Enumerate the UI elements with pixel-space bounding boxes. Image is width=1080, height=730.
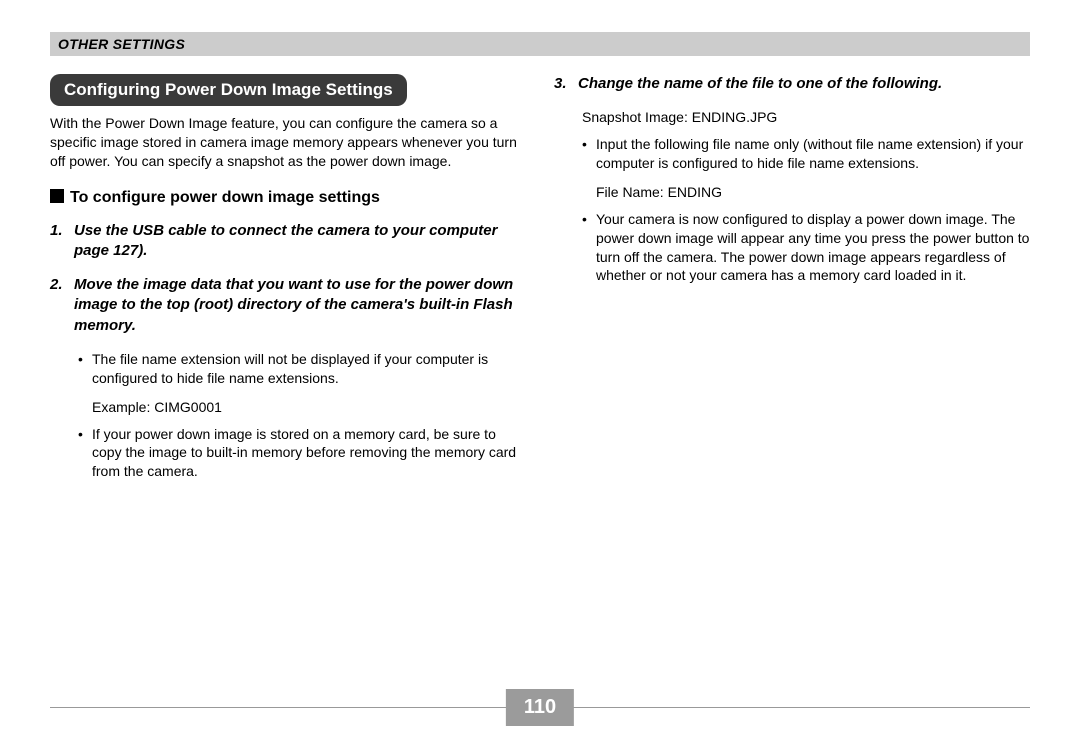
section-header: OTHER SETTINGS [50,32,1030,56]
snapshot-line: Snapshot Image: ENDING.JPG [554,108,1030,127]
bullet-item: Your camera is now configured to display… [582,210,1030,286]
step-1: 1. Use the USB cable to connect the came… [50,221,526,262]
step-number: 3. [554,74,578,94]
sub-heading-text: To configure power down image settings [70,189,380,206]
bullet-item: If your power down image is stored on a … [78,425,526,482]
step3-bullets: Input the following file name only (with… [554,135,1030,173]
right-column: 3. Change the name of the file to one of… [554,74,1030,491]
manual-page: OTHER SETTINGS Configuring Power Down Im… [0,0,1080,730]
footer-divider: 110 [50,707,1030,708]
step-text: Move the image data that you want to use… [74,275,526,336]
step2-bullets-2: If your power down image is stored on a … [50,425,526,482]
sub-heading: To configure power down image settings [50,189,526,207]
bullet-item: Input the following file name only (with… [582,135,1030,173]
example-line: Example: CIMG0001 [50,398,526,417]
square-marker-icon [50,189,64,203]
step-number: 1. [50,221,74,262]
step-3: 3. Change the name of the file to one of… [554,74,1030,94]
left-column: Configuring Power Down Image Settings Wi… [50,74,526,491]
section-title: Configuring Power Down Image Settings [50,74,407,106]
footer: 110 [50,707,1030,708]
step3-bullets-2: Your camera is now configured to display… [554,210,1030,286]
step-2: 2. Move the image data that you want to … [50,275,526,336]
step2-bullets: The file name extension will not be disp… [50,350,526,388]
content-columns: Configuring Power Down Image Settings Wi… [50,74,1030,491]
intro-paragraph: With the Power Down Image feature, you c… [50,114,526,171]
step-number: 2. [50,275,74,336]
file-name-line: File Name: ENDING [554,183,1030,202]
bullet-item: The file name extension will not be disp… [78,350,526,388]
step-text: Use the USB cable to connect the camera … [74,221,526,262]
page-number: 110 [506,689,574,726]
step-text: Change the name of the file to one of th… [578,74,942,94]
